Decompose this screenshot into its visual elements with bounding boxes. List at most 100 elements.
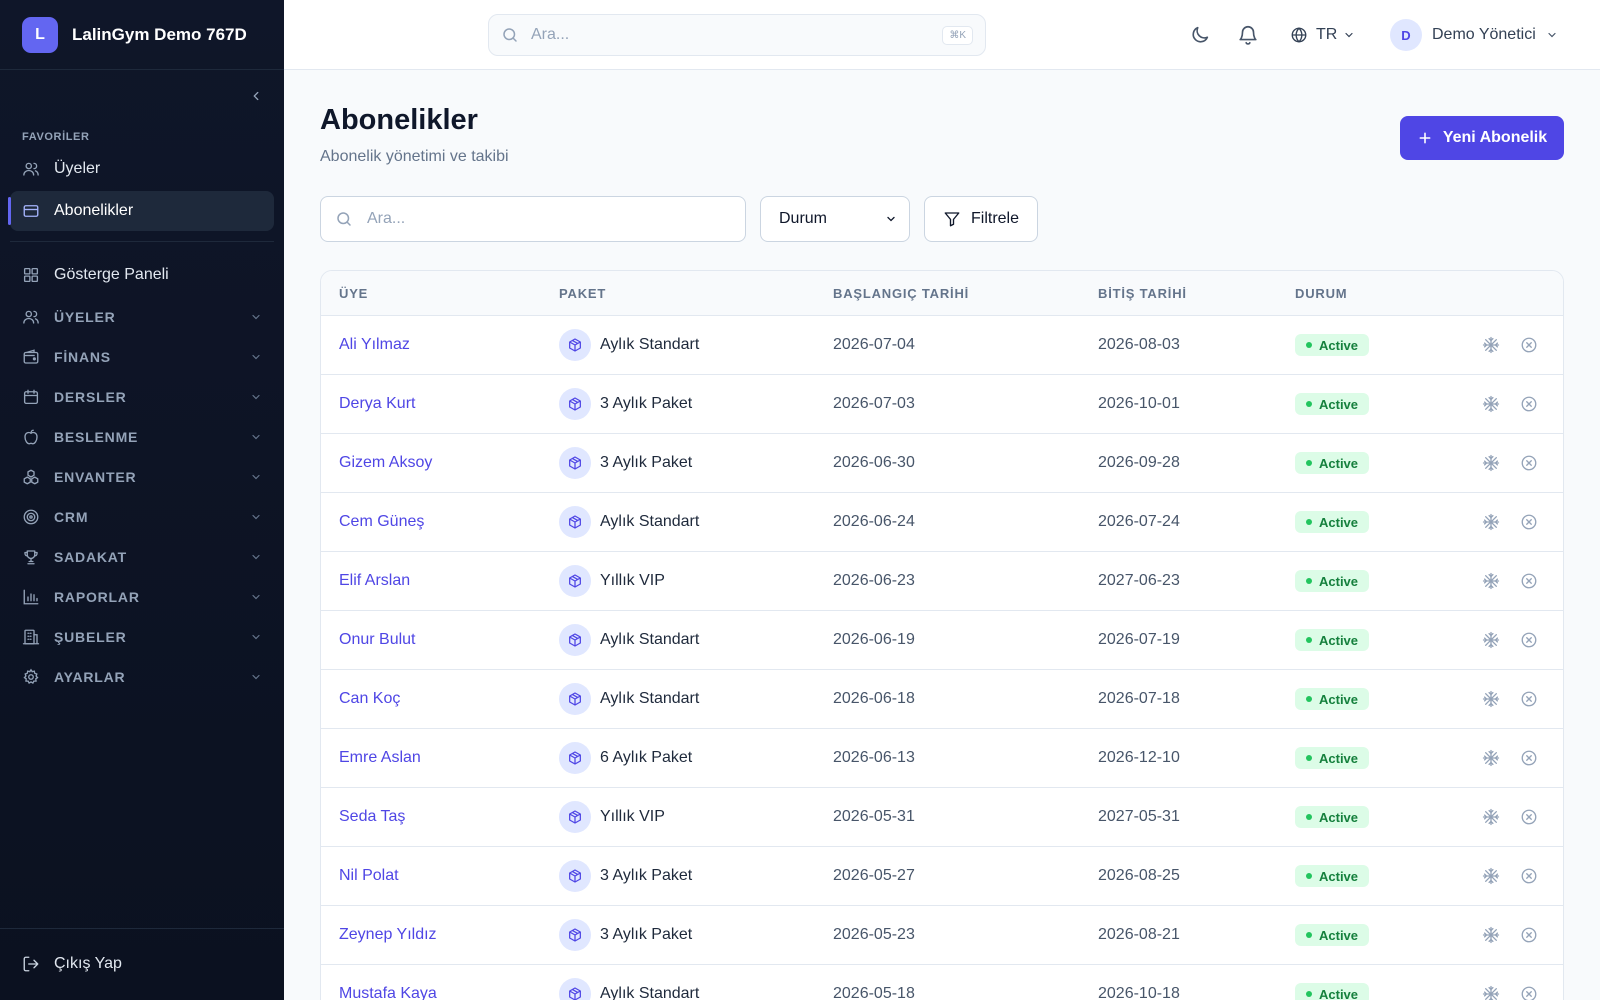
freeze-subscription-button[interactable] <box>1481 748 1501 768</box>
sidebar-group-crm[interactable]: CRM <box>10 497 274 537</box>
cancel-subscription-button[interactable] <box>1519 807 1539 827</box>
notifications-button[interactable] <box>1236 23 1260 47</box>
freeze-subscription-button[interactable] <box>1481 630 1501 650</box>
freeze-subscription-button[interactable] <box>1481 689 1501 709</box>
logout-button[interactable]: Çıkış Yap <box>10 944 274 984</box>
end-date: 2026-08-25 <box>1098 867 1180 884</box>
status-badge: Active <box>1295 570 1370 592</box>
sidebar-group-sadakat[interactable]: SADAKAT <box>10 537 274 577</box>
user-menu[interactable]: D Demo Yönetici <box>1390 19 1558 51</box>
sidebar-group-finans[interactable]: FİNANS <box>10 337 274 377</box>
cancel-subscription-button[interactable] <box>1519 394 1539 414</box>
sidebar-group-envanter[interactable]: ENVANTER <box>10 457 274 497</box>
sidebar-group-beslenme[interactable]: BESLENME <box>10 417 274 457</box>
table-search-input[interactable] <box>367 210 731 228</box>
member-link[interactable]: Nil Polat <box>339 867 399 885</box>
column-header-end-date[interactable]: BİTİŞ TARİHİ <box>1098 286 1187 301</box>
cancel-subscription-button[interactable] <box>1519 866 1539 886</box>
freeze-subscription-button[interactable] <box>1481 453 1501 473</box>
member-link[interactable]: Onur Bulut <box>339 631 415 649</box>
sidebar-group-dersler[interactable]: DERSLER <box>10 377 274 417</box>
freeze-subscription-button[interactable] <box>1481 512 1501 532</box>
sidebar-item-dashboard[interactable]: Gösterge Paneli <box>10 255 274 295</box>
brand-name: LalinGym Demo 767D <box>72 24 247 44</box>
table-row: Elif Arslan Yıllık VIP 2026-06-23 2027-0… <box>321 552 1563 611</box>
freeze-subscription-button[interactable] <box>1481 394 1501 414</box>
theme-toggle-button[interactable] <box>1188 23 1212 47</box>
status-text: Active <box>1319 573 1359 589</box>
member-link[interactable]: Elif Arslan <box>339 572 410 590</box>
member-link[interactable]: Cem Güneş <box>339 513 424 531</box>
sidebar-item-label: Gösterge Paneli <box>54 266 169 283</box>
brand[interactable]: L LalinGym Demo 767D <box>0 0 284 70</box>
status-text: Active <box>1319 927 1359 943</box>
sidebar-group-raporlar[interactable]: RAPORLAR <box>10 577 274 617</box>
language-selector[interactable]: TR <box>1290 22 1355 48</box>
sidebar: L LalinGym Demo 767D FAVORİLER Üyeler Ab… <box>0 0 284 1000</box>
start-date: 2026-05-27 <box>833 867 915 884</box>
filter-button[interactable]: Filtrele <box>924 196 1038 242</box>
status-cell: Active <box>1295 570 1370 592</box>
snowflake-icon <box>1482 395 1500 413</box>
freeze-subscription-button[interactable] <box>1481 807 1501 827</box>
member-link[interactable]: Zeynep Yıldız <box>339 926 437 944</box>
freeze-subscription-button[interactable] <box>1481 335 1501 355</box>
global-search[interactable]: ⌘K <box>488 14 986 56</box>
table-search[interactable] <box>320 196 746 242</box>
sidebar-item-abonelikler[interactable]: Abonelikler <box>8 191 274 231</box>
snowflake-icon <box>1482 572 1500 590</box>
close-circle-icon <box>1521 691 1537 707</box>
chevron-down-icon <box>252 634 260 640</box>
close-circle-icon <box>1521 337 1537 353</box>
start-date: 2026-05-31 <box>833 808 915 825</box>
new-subscription-button[interactable]: Yeni Abonelik <box>1400 116 1564 160</box>
cancel-subscription-button[interactable] <box>1519 984 1539 1000</box>
cancel-subscription-button[interactable] <box>1519 925 1539 945</box>
cancel-subscription-button[interactable] <box>1519 748 1539 768</box>
status-dot <box>1306 873 1312 879</box>
chevron-down-icon <box>252 674 260 680</box>
status-text: Active <box>1319 396 1359 412</box>
close-circle-icon <box>1521 809 1537 825</box>
column-header-status[interactable]: DURUM <box>1295 286 1347 301</box>
status-select-value: Durum <box>779 210 828 227</box>
member-link[interactable]: Seda Taş <box>339 808 405 826</box>
sidebar-group-subeler[interactable]: ŞUBELER <box>10 617 274 657</box>
package-name: Yıllık VIP <box>600 572 665 589</box>
cancel-subscription-button[interactable] <box>1519 512 1539 532</box>
package-name: Aylık Standart <box>600 513 700 530</box>
end-date: 2026-12-10 <box>1098 749 1180 766</box>
sidebar-group-uyeler[interactable]: ÜYELER <box>10 297 274 337</box>
cancel-subscription-button[interactable] <box>1519 571 1539 591</box>
column-header-package[interactable]: PAKET <box>559 286 606 301</box>
cancel-subscription-button[interactable] <box>1519 453 1539 473</box>
member-link[interactable]: Can Koç <box>339 690 400 708</box>
global-search-input[interactable] <box>531 26 943 44</box>
users-icon <box>22 308 40 326</box>
cancel-subscription-button[interactable] <box>1519 689 1539 709</box>
freeze-subscription-button[interactable] <box>1481 925 1501 945</box>
freeze-subscription-button[interactable] <box>1481 571 1501 591</box>
freeze-subscription-button[interactable] <box>1481 866 1501 886</box>
member-link[interactable]: Emre Aslan <box>339 749 421 767</box>
cancel-subscription-button[interactable] <box>1519 630 1539 650</box>
collapse-sidebar-button[interactable] <box>244 84 268 108</box>
brand-logo: L <box>22 16 58 53</box>
cancel-subscription-button[interactable] <box>1519 335 1539 355</box>
member-link[interactable]: Gizem Aksoy <box>339 454 432 472</box>
status-dot <box>1306 932 1312 938</box>
member-link[interactable]: Derya Kurt <box>339 395 415 413</box>
package-name: Aylık Standart <box>600 336 700 353</box>
sidebar-item-uyeler-favorite[interactable]: Üyeler <box>10 149 274 189</box>
status-cell: Active <box>1295 924 1370 946</box>
status-select[interactable]: Durum <box>760 196 910 242</box>
column-header-member[interactable]: ÜYE <box>339 286 368 301</box>
status-badge: Active <box>1295 924 1370 946</box>
column-header-start-date[interactable]: BAŞLANGIÇ TARİHİ <box>833 286 969 301</box>
package-name: Yıllık VIP <box>600 808 665 825</box>
sidebar-group-ayarlar[interactable]: AYARLAR <box>10 657 274 697</box>
snowflake-icon <box>1482 336 1500 354</box>
freeze-subscription-button[interactable] <box>1481 984 1501 1000</box>
member-link[interactable]: Mustafa Kaya <box>339 985 437 1000</box>
member-link[interactable]: Ali Yılmaz <box>339 336 410 354</box>
